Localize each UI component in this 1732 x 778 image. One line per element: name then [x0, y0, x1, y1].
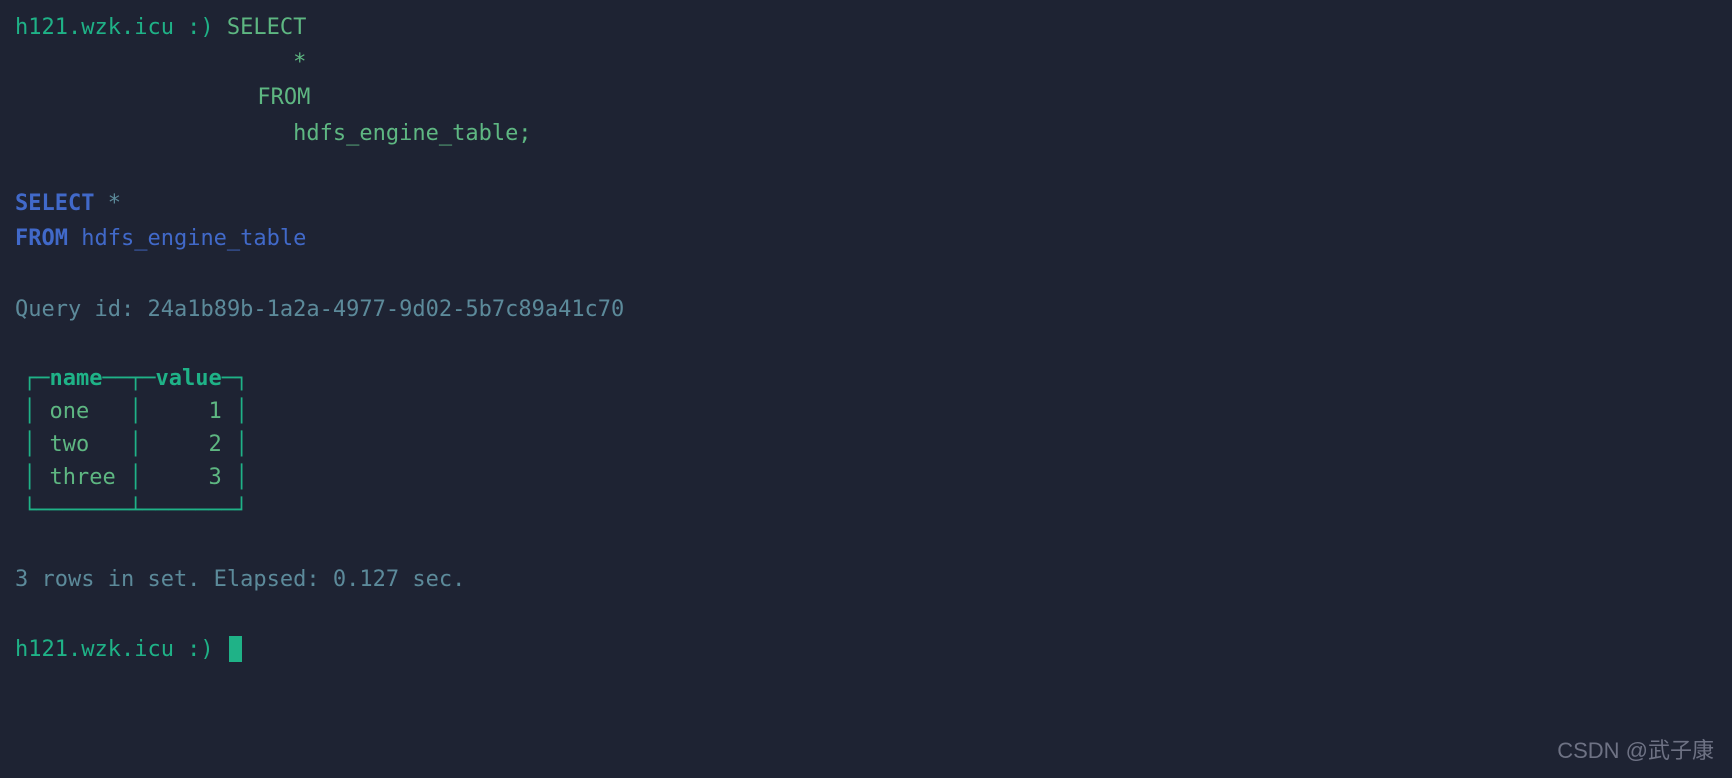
prompt-host: h121.wzk.icu :) [15, 15, 227, 40]
table-row: │ two │ 2 │ [23, 428, 1717, 461]
table-name: hdfs_engine_table [81, 226, 306, 251]
query-id-value: 24a1b89b-1a2a-4977-9d02-5b7c89a41c70 [147, 297, 624, 322]
col-value: value [155, 366, 221, 391]
prompt-with-input[interactable]: h121.wzk.icu :) SELECT [15, 10, 1717, 45]
query-id-label: Query id: [15, 297, 134, 322]
cell-value: 1 [208, 399, 221, 424]
status-line: 3 rows in set. Elapsed: 0.127 sec. [15, 562, 1717, 597]
parsed-query-line2: FROM hdfs_engine_table [15, 221, 1717, 256]
cell-value: 2 [208, 432, 221, 457]
input-from: FROM [257, 85, 310, 110]
parsed-query-line1: SELECT * [15, 186, 1717, 221]
cell-name: one [50, 399, 90, 424]
cell-value: 3 [208, 465, 221, 490]
input-from-line: FROM [15, 80, 1717, 115]
kw-select: SELECT [15, 191, 94, 216]
kw-star: * [108, 191, 121, 216]
result-table: ┌─name──┬─value─┐ │ one │ 1 │ │ two │ 2 … [23, 362, 1717, 527]
kw-from: FROM [15, 226, 68, 251]
cell-name: three [50, 465, 116, 490]
table-row: │ one │ 1 │ [23, 395, 1717, 428]
table-row: │ three │ 3 │ [23, 461, 1717, 494]
prompt-host: h121.wzk.icu :) [15, 637, 227, 662]
cell-name: two [50, 432, 90, 457]
col-name: name [50, 366, 103, 391]
watermark: CSDN @武子康 [1557, 733, 1714, 768]
table-bottom-border: └───────┴───────┘ [23, 494, 1717, 527]
input-table: hdfs_engine_table; [293, 121, 531, 146]
input-star: * [293, 50, 306, 75]
input-select: SELECT [227, 15, 306, 40]
table-top-border: ┌─name──┬─value─┐ [23, 362, 1717, 395]
cursor-icon [229, 636, 242, 662]
input-star-line: * [15, 45, 1717, 80]
query-id-line: Query id: 24a1b89b-1a2a-4977-9d02-5b7c89… [15, 292, 1717, 327]
ready-prompt[interactable]: h121.wzk.icu :) [15, 632, 1717, 667]
input-table-line: hdfs_engine_table; [15, 116, 1717, 151]
